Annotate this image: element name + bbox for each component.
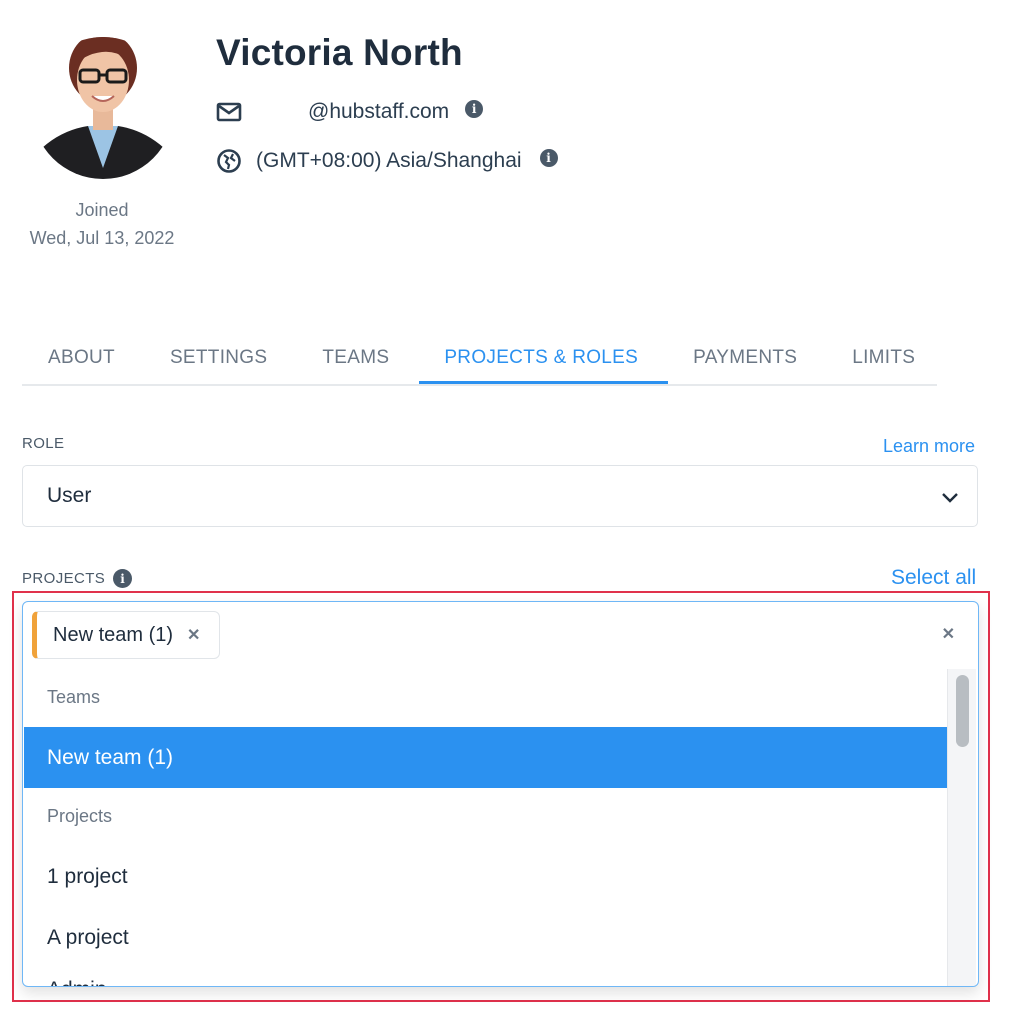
tab-projects-roles[interactable]: PROJECTS & ROLES (419, 336, 668, 384)
role-value: User (47, 484, 92, 507)
timezone-row: (GMT+08:00) Asia/Shanghai i (216, 148, 558, 174)
group-header-projects: Projects (47, 806, 113, 826)
tab-about[interactable]: ABOUT (48, 336, 115, 382)
scrollbar[interactable] (947, 669, 976, 986)
scrollbar-thumb[interactable] (956, 675, 969, 747)
learn-more-link[interactable]: Learn more (883, 436, 975, 457)
joined-label: Joined (75, 200, 129, 220)
timezone-text: (GMT+08:00) Asia/Shanghai (256, 149, 522, 172)
globe-icon (216, 148, 242, 174)
avatar (32, 28, 174, 180)
tab-settings[interactable]: SETTINGS (170, 336, 267, 382)
projects-label: PROJECTS i (22, 569, 133, 588)
info-icon[interactable]: i (539, 149, 558, 167)
profile-name: Victoria North (216, 32, 463, 73)
mail-icon (216, 99, 242, 125)
tab-payments[interactable]: PAYMENTS (693, 336, 797, 382)
email-text: @hubstaff.com (308, 100, 450, 123)
role-select[interactable]: User (22, 465, 978, 527)
clear-all-icon[interactable]: ✕ (942, 624, 955, 644)
role-label: ROLE (22, 435, 65, 452)
group-header-teams: Teams (47, 687, 101, 707)
tab-teams[interactable]: TEAMS (322, 336, 389, 382)
info-icon[interactable]: i (113, 569, 133, 588)
option-new-team[interactable]: New team (1) (24, 727, 948, 788)
projects-label-text: PROJECTS (22, 570, 106, 587)
chip-label: New team (1) (53, 623, 174, 646)
select-all-link[interactable]: Select all (891, 566, 976, 590)
avatar-image (32, 37, 174, 179)
chevron-down-icon[interactable] (941, 486, 959, 510)
options-list: Teams New team (1) Projects 1 project A … (24, 669, 948, 986)
tab-limits[interactable]: LIMITS (852, 336, 915, 382)
option-admin[interactable]: Admin (24, 968, 948, 986)
close-icon[interactable]: ✕ (187, 625, 200, 645)
email-row: @hubstaff.com i (216, 99, 484, 125)
tab-bar: ABOUT SETTINGS TEAMS PROJECTS & ROLES PA… (22, 336, 937, 386)
selected-chip[interactable]: New team (1) ✕ (32, 611, 220, 659)
option-a-project[interactable]: A project (24, 907, 948, 968)
option-1-project[interactable]: 1 project (24, 846, 948, 907)
joined-date: Wed, Jul 13, 2022 (29, 228, 175, 248)
info-icon[interactable]: i (465, 100, 484, 118)
projects-multiselect[interactable]: New team (1) ✕ ✕ Teams New team (1) Proj… (22, 601, 979, 987)
